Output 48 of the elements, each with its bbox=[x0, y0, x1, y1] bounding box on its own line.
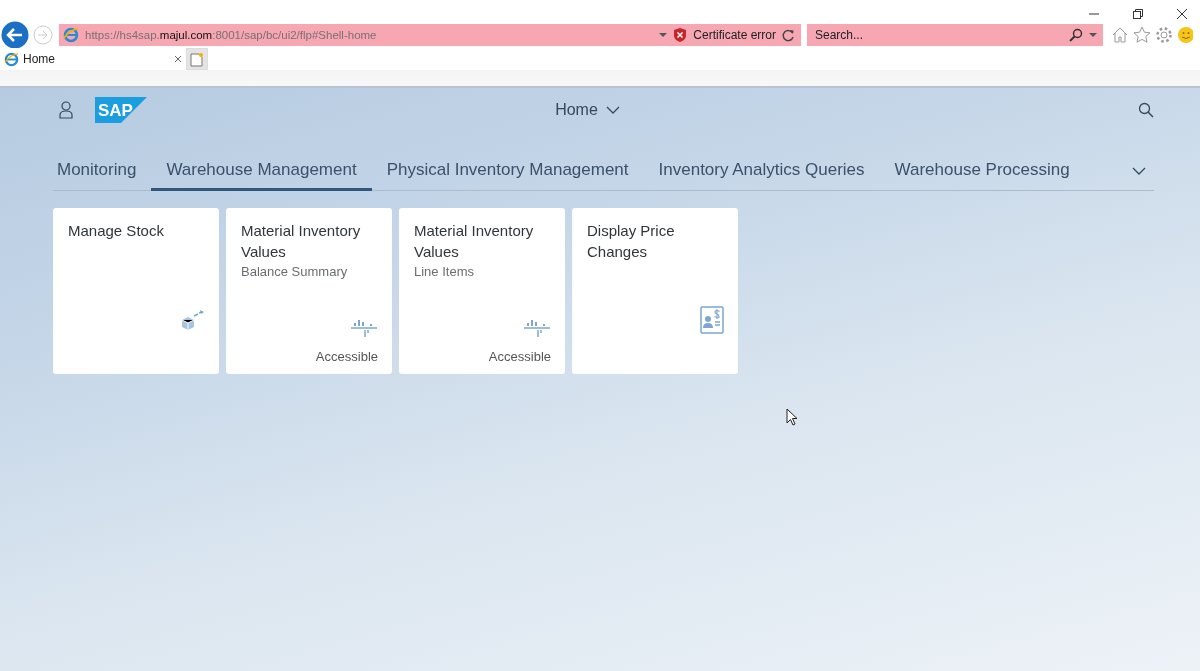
tile-title: Material Inventory Values bbox=[414, 221, 535, 262]
shield-error-icon bbox=[673, 28, 688, 42]
search-input[interactable]: Search... bbox=[813, 27, 1063, 43]
app-tile[interactable]: Material Inventory Values Line Items Accessible bbox=[399, 208, 565, 374]
search-icon[interactable] bbox=[1138, 102, 1154, 118]
close-icon[interactable] bbox=[1176, 8, 1188, 20]
app-tile[interactable]: Display Price Changes bbox=[572, 208, 738, 374]
tile-subtitle: Line Items bbox=[414, 264, 475, 279]
browser-logo-icon bbox=[63, 27, 79, 43]
chevron-down-icon bbox=[605, 106, 620, 114]
tile-title: Manage Stock bbox=[68, 221, 165, 241]
user-icon[interactable] bbox=[59, 101, 73, 119]
tile-footer: Accessible bbox=[488, 349, 551, 364]
close-tab-icon[interactable] bbox=[174, 55, 182, 63]
restore-icon[interactable] bbox=[1132, 8, 1144, 20]
refresh-icon[interactable] bbox=[782, 28, 795, 42]
browser-logo-icon bbox=[4, 51, 19, 67]
smiley-icon[interactable] bbox=[1177, 26, 1193, 44]
back-icon[interactable] bbox=[1, 21, 29, 49]
home-icon[interactable] bbox=[1111, 26, 1129, 44]
address-bar[interactable]: https://hs4sap.majul.com:8001/sap/bc/ui2/flp#Shell-home Certificate error bbox=[59, 24, 801, 46]
price-document-icon bbox=[700, 306, 724, 334]
bar-chart-icon bbox=[350, 317, 378, 339]
tile-title: Material Inventory Values bbox=[241, 221, 362, 262]
home-menu-button[interactable]: Home bbox=[551, 99, 624, 121]
new-tab-icon bbox=[190, 51, 204, 67]
url-text: https://hs4sap.majul.com:8001/sap/bc/ui2/flp#Shell-home bbox=[85, 29, 378, 41]
dropdown-icon[interactable] bbox=[1089, 32, 1097, 38]
group-tab[interactable]: Warehouse Processing bbox=[879, 152, 1085, 191]
app-tile[interactable]: Material Inventory Values Balance Summary Accessible bbox=[226, 208, 392, 374]
mouse-cursor-icon bbox=[786, 408, 798, 426]
bar-chart-icon bbox=[523, 317, 551, 339]
group-tab[interactable]: Physical Inventory Management bbox=[371, 152, 644, 191]
tile-subtitle: Balance Summary bbox=[241, 264, 349, 279]
star-icon[interactable] bbox=[1133, 26, 1151, 44]
settings-icon[interactable] bbox=[1155, 26, 1173, 44]
tile-footer: Accessible bbox=[315, 349, 378, 364]
group-tab[interactable]: Inventory Analytics Queries bbox=[643, 152, 880, 191]
search-icon[interactable] bbox=[1069, 28, 1083, 42]
chevron-down-icon[interactable] bbox=[1132, 167, 1146, 175]
tab-title: Home bbox=[23, 52, 56, 66]
search-field[interactable]: Search... bbox=[807, 24, 1103, 46]
dropdown-icon[interactable] bbox=[659, 32, 668, 38]
tile-title: Display Price Changes bbox=[587, 221, 676, 262]
group-tab[interactable]: Monitoring bbox=[53, 152, 152, 191]
certificate-error[interactable]: Certificate error bbox=[693, 28, 776, 42]
app-tile[interactable]: Manage Stock bbox=[53, 208, 219, 374]
group-tab[interactable]: Warehouse Management bbox=[151, 152, 372, 191]
